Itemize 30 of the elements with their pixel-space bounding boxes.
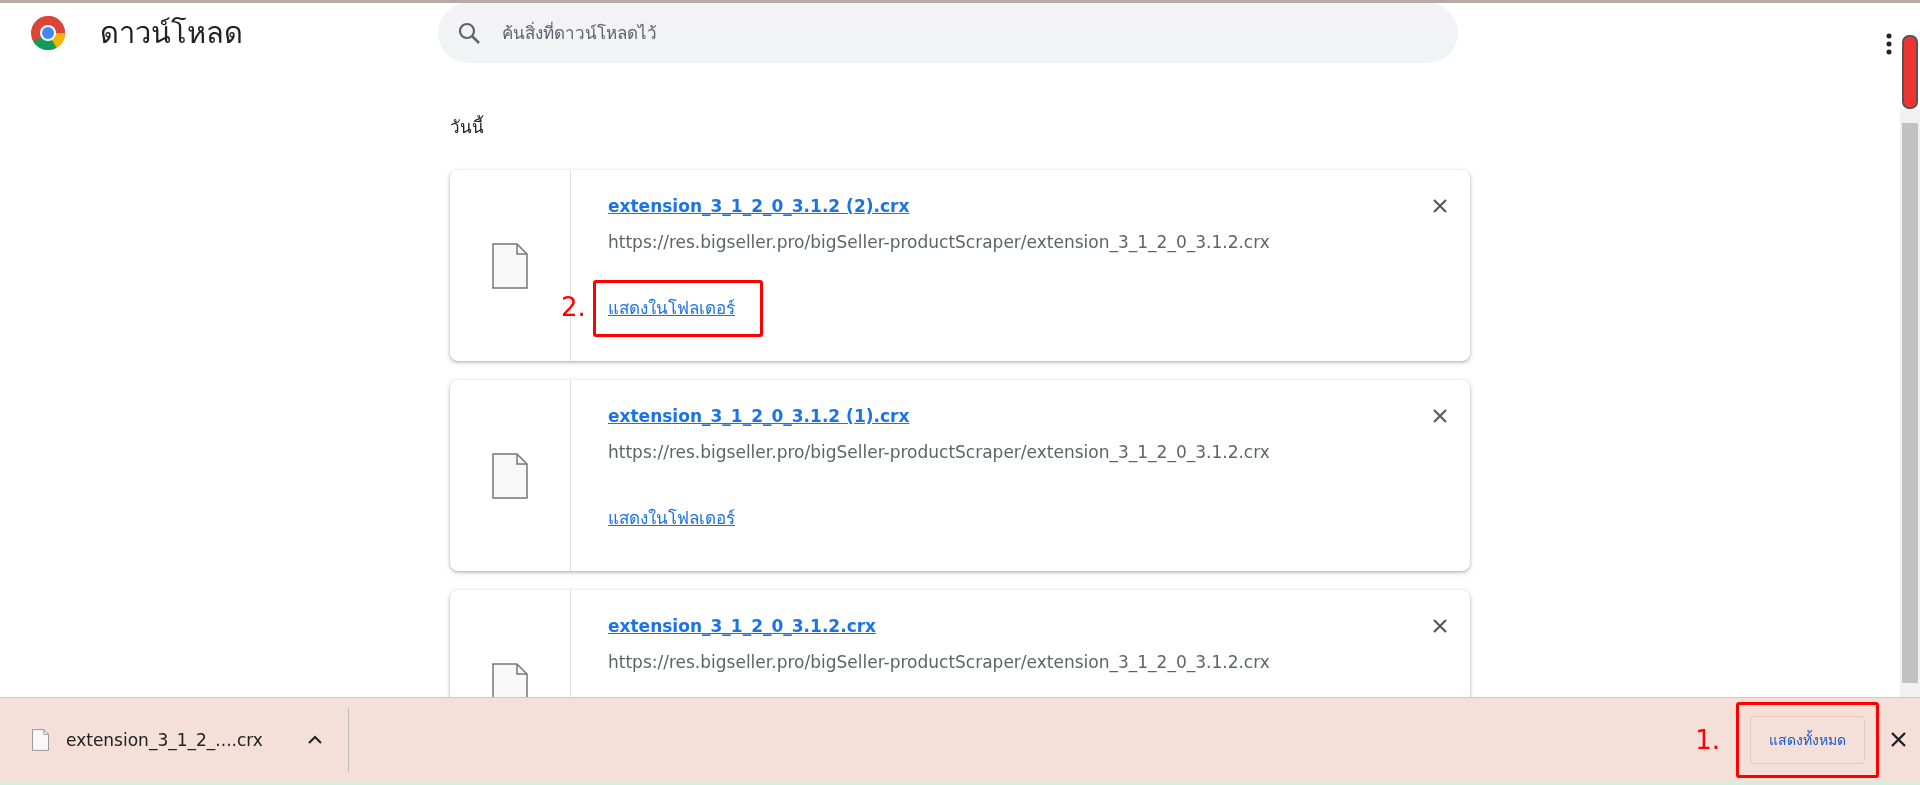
chrome-logo-icon: [30, 15, 66, 51]
file-name-link[interactable]: extension_3_1_2_0_3.1.2 (1).crx: [608, 406, 910, 426]
source-url: https://res.bigseller.pro/bigSeller-productScraper/extension_3_1_2_0_3.1.2.crx: [608, 232, 1270, 252]
search-field[interactable]: ค้นสิ่งที่ดาวน์โหลดไว้: [438, 3, 1458, 63]
more-menu-icon[interactable]: [1886, 33, 1892, 55]
show-in-folder-link[interactable]: แสดงในโฟลเดอร์: [608, 508, 735, 528]
remove-button[interactable]: [1432, 198, 1448, 214]
caret-up-icon[interactable]: [308, 735, 322, 744]
file-icon: [492, 452, 528, 499]
section-heading: วันนี้: [450, 114, 484, 139]
source-url: https://res.bigseller.pro/bigSeller-productScraper/extension_3_1_2_0_3.1.2.crx: [608, 442, 1270, 462]
annotation-number: 2.: [561, 294, 586, 320]
show-in-folder-link[interactable]: แสดงในโฟลเดอร์: [608, 298, 735, 318]
close-icon: [1432, 198, 1448, 214]
file-icon: [32, 728, 49, 751]
annotation-number: 1.: [1695, 724, 1720, 755]
remove-button[interactable]: [1432, 408, 1448, 424]
download-item-name[interactable]: extension_3_1_2_....crx: [66, 729, 296, 750]
close-icon: [1432, 408, 1448, 424]
scrollbar[interactable]: [1900, 109, 1920, 697]
close-icon: [1432, 618, 1448, 634]
close-button[interactable]: [1891, 732, 1906, 747]
source-url: https://res.bigseller.pro/bigSeller-productScraper/extension_3_1_2_0_3.1.2.crx: [608, 652, 1270, 672]
remove-button[interactable]: [1432, 618, 1448, 634]
show-all-button[interactable]: แสดงทั้งหมด: [1750, 715, 1865, 764]
file-name-link[interactable]: extension_3_1_2_0_3.1.2 (2).crx: [608, 196, 910, 216]
file-icon: [492, 242, 528, 289]
scrollbar-thumb-highlight[interactable]: [1902, 35, 1918, 109]
page-title: ดาวน์โหลด: [100, 15, 244, 52]
file-name-link[interactable]: extension_3_1_2_0_3.1.2.crx: [608, 616, 877, 636]
